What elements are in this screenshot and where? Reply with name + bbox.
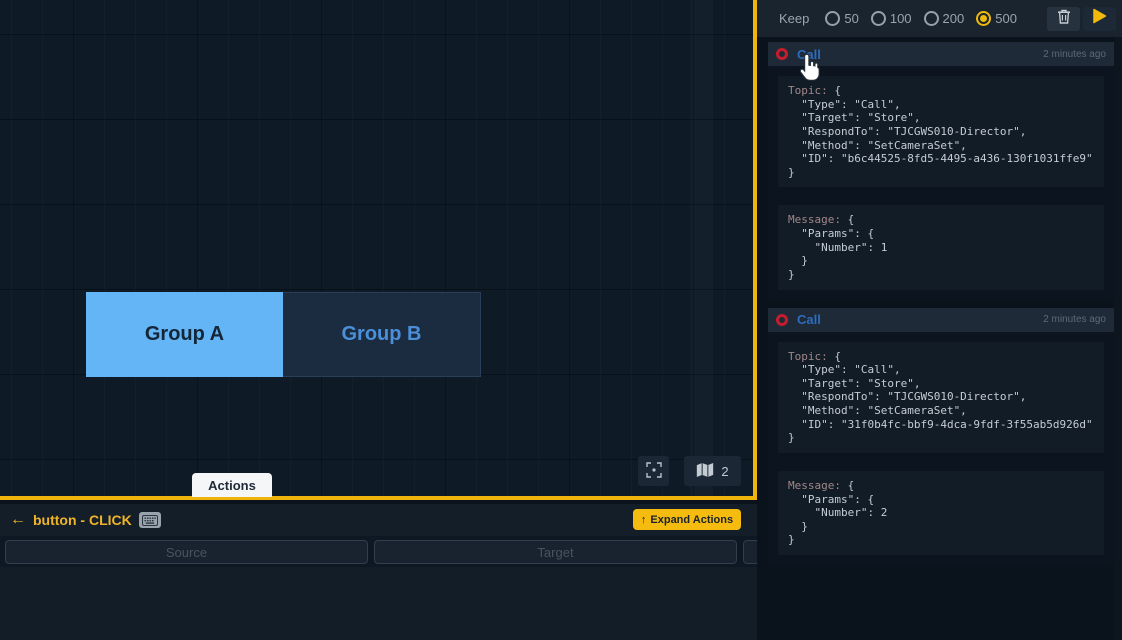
keep-50-radio[interactable]: 50 (825, 11, 858, 26)
action-editor-header: ← button - CLICK (10, 512, 161, 528)
group-a-button[interactable]: Group A (86, 292, 283, 377)
message-card: Call 2 minutes ago Topic: { "Type": "Cal… (768, 308, 1114, 566)
minimap-button[interactable]: 2 (684, 456, 741, 486)
message-block: Message: { "Params": { "Number": 2 } } (778, 471, 1104, 555)
group-segment-control: Group A Group B (86, 292, 481, 377)
back-arrow-button[interactable]: ← (10, 512, 26, 528)
message-block: Message: { "Params": { "Number": 1 } } (778, 205, 1104, 289)
record-icon (776, 48, 788, 60)
record-icon (776, 314, 788, 326)
keep-200-radio[interactable]: 200 (924, 11, 965, 26)
message-card-header[interactable]: Call 2 minutes ago (768, 308, 1114, 332)
group-b-button[interactable]: Group B (283, 292, 481, 377)
grid-band (690, 0, 713, 496)
fit-view-button[interactable] (638, 456, 669, 486)
source-target-strip (0, 536, 757, 567)
message-card-body: Topic: { "Type": "Call", "Target": "Stor… (768, 66, 1114, 300)
topic-json: { "Type": "Call", "Target": "Store", "Re… (788, 350, 1093, 445)
keyboard-icon (139, 512, 161, 528)
keep-500-radio[interactable]: 500 (976, 11, 1017, 26)
radio-circle (976, 11, 991, 26)
message-list: Call 2 minutes ago Topic: { "Type": "Cal… (768, 42, 1114, 573)
action-title: button - CLICK (33, 512, 132, 528)
actions-tab[interactable]: Actions (192, 473, 272, 497)
map-icon (696, 462, 714, 481)
flow-canvas[interactable]: Group A Group B Actions (0, 0, 757, 500)
toolbar-actions (1047, 7, 1116, 31)
message-timestamp: 2 minutes ago (1043, 314, 1106, 325)
radio-circle (924, 11, 939, 26)
radio-circle (825, 11, 840, 26)
expand-actions-label: Expand Actions (650, 514, 733, 526)
keep-label: Keep (779, 11, 809, 26)
topic-label: Topic: (788, 350, 828, 363)
keep-toolbar: Keep 50 100 200 500 (757, 0, 1122, 37)
message-timestamp: 2 minutes ago (1043, 49, 1106, 60)
fit-view-icon (646, 462, 662, 481)
source-input[interactable] (5, 540, 368, 564)
topic-block: Topic: { "Type": "Call", "Target": "Stor… (778, 342, 1104, 453)
keep-radio-group: 50 100 200 500 (825, 11, 1017, 26)
expand-actions-button[interactable]: ↑ Expand Actions (633, 509, 741, 530)
message-label: Message: (788, 479, 841, 492)
topic-block: Topic: { "Type": "Call", "Target": "Stor… (778, 76, 1104, 187)
message-type[interactable]: Call (797, 312, 821, 327)
radio-circle (871, 11, 886, 26)
message-label: Message: (788, 213, 841, 226)
message-type[interactable]: Call (797, 47, 821, 62)
clear-messages-button[interactable] (1047, 7, 1080, 31)
topic-label: Topic: (788, 84, 828, 97)
play-button[interactable] (1083, 7, 1116, 31)
message-card: Call 2 minutes ago Topic: { "Type": "Cal… (768, 42, 1114, 300)
topic-json: { "Type": "Call", "Target": "Store", "Re… (788, 84, 1093, 179)
canvas-toolbar: 2 (638, 456, 741, 486)
trash-icon (1057, 9, 1071, 29)
action-editor-body (0, 567, 757, 640)
scrollbar[interactable] (1114, 37, 1122, 640)
keep-100-radio[interactable]: 100 (871, 11, 912, 26)
action-editor-panel: ← button - CLICK ↑ Expand Ac (0, 504, 757, 640)
message-inspector-panel: Keep 50 100 200 500 (757, 0, 1122, 640)
target-input[interactable] (374, 540, 737, 564)
message-card-header[interactable]: Call 2 minutes ago (768, 42, 1114, 66)
app-window: Group A Group B Actions (0, 0, 1122, 640)
message-card-body: Topic: { "Type": "Call", "Target": "Stor… (768, 332, 1114, 566)
expand-arrow-icon: ↑ (641, 514, 647, 526)
minimap-count: 2 (721, 464, 728, 479)
play-icon (1092, 8, 1107, 29)
